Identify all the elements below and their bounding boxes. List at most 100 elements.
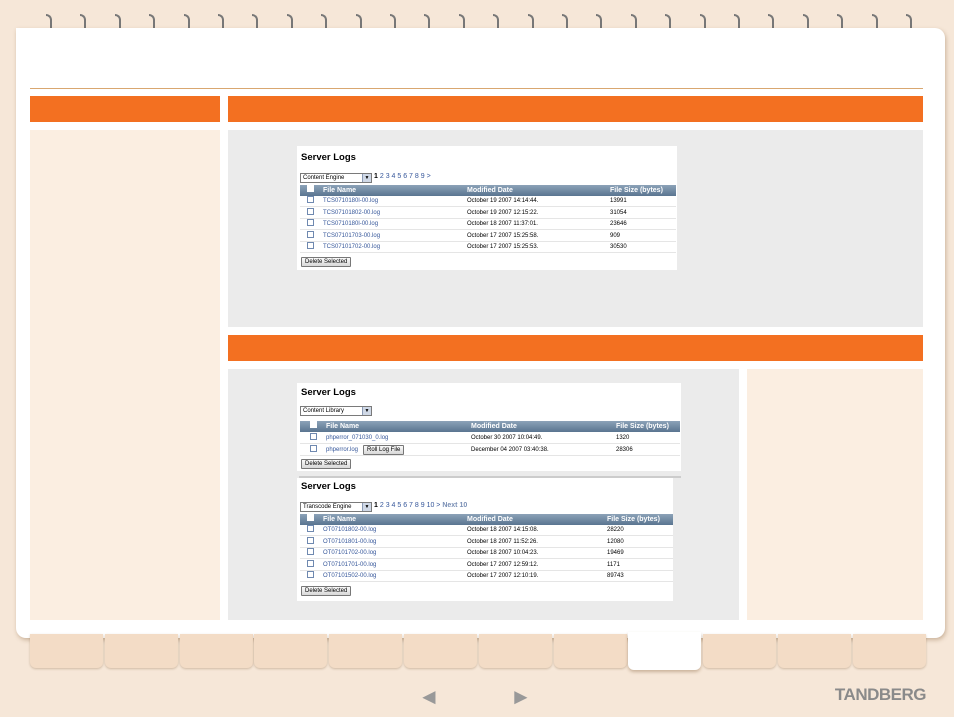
file-link[interactable]: TCS0710180l-00.log <box>323 196 378 207</box>
chapter-tab[interactable] <box>329 634 403 668</box>
table-header: File Name Modified Date File Size (bytes… <box>300 185 676 196</box>
modified-date: October 17 2007 15:25:58. <box>467 232 539 239</box>
file-size: 13991 <box>610 198 627 204</box>
page-current: 1 <box>374 502 378 509</box>
table-row: TCS07101802-00.log October 19 2007 12:15:… <box>300 207 676 219</box>
row-checkbox[interactable] <box>307 196 314 203</box>
file-size: 28220 <box>607 527 624 533</box>
chapter-tab[interactable] <box>179 634 253 668</box>
row-checkbox[interactable] <box>307 536 314 544</box>
table-row: TCS0710180l-00.log October 19 2007 14:14:… <box>300 196 676 207</box>
chapter-tab[interactable] <box>104 634 178 668</box>
file-link[interactable]: OT07101701-00.log <box>323 560 376 571</box>
chapter-tab[interactable] <box>778 634 851 668</box>
header-rule <box>30 88 923 89</box>
col-file-name[interactable]: File Name <box>323 185 356 196</box>
row-checkbox[interactable] <box>307 525 314 532</box>
select-all-checkbox[interactable] <box>307 185 314 192</box>
sidebar-panel <box>30 130 220 620</box>
chevron-down-icon: ▼ <box>362 503 371 511</box>
chapter-tab[interactable] <box>553 634 627 668</box>
file-size: 909 <box>610 232 621 239</box>
file-link[interactable]: TCS07101802-00.log <box>323 208 380 219</box>
file-link[interactable]: OT07101802-00.log <box>323 525 376 536</box>
file-link[interactable]: OT07101801-00.log <box>323 537 376 548</box>
file-size: 23646 <box>610 221 627 227</box>
modified-date: October 19 2007 14:14:44. <box>467 198 539 204</box>
modified-date: December 04 2007 03:40:38. <box>471 447 549 453</box>
row-checkbox[interactable] <box>307 219 314 226</box>
transcode-select[interactable]: Transcode Engine ▼ <box>300 502 372 512</box>
server-logs-content-engine: Server Logs Content Engine ▼ 1 2 3 4 5 6… <box>297 146 677 270</box>
file-link[interactable]: phperror.log <box>326 445 358 456</box>
page-links[interactable]: 2 3 4 5 6 7 8 9 > <box>380 173 431 180</box>
chapter-tab[interactable] <box>628 632 702 670</box>
row-checkbox[interactable] <box>307 548 314 555</box>
file-link[interactable]: OT07101502-00.log <box>323 571 376 582</box>
file-size: 28306 <box>616 447 633 453</box>
pagination[interactable]: 1 2 3 4 5 6 7 8 9 10 > Next 10 <box>374 502 467 509</box>
delete-selected-button[interactable]: Delete Selected <box>301 459 352 469</box>
row-checkbox[interactable] <box>310 445 317 452</box>
file-size: 89743 <box>607 573 624 579</box>
delete-selected-button[interactable]: Delete Selected <box>301 586 352 596</box>
row-checkbox[interactable] <box>310 433 317 440</box>
modified-date: October 19 2007 12:15:22. <box>467 209 539 216</box>
modified-date: October 18 2007 14:15:08. <box>467 527 539 533</box>
col-modified-date[interactable]: Modified Date <box>471 421 517 432</box>
modified-date: October 18 2007 11:37:01. <box>467 221 538 227</box>
table-row: OT07101502-00.log October 17 2007 12:10:1… <box>300 571 673 582</box>
col-file-name[interactable]: File Name <box>326 421 359 432</box>
chapter-tab[interactable] <box>478 634 552 668</box>
select-all-checkbox[interactable] <box>307 514 314 521</box>
chapter-tab[interactable] <box>852 634 926 668</box>
next-10-link[interactable]: Next 10 <box>442 502 467 509</box>
col-file-size[interactable]: File Size (bytes) <box>616 421 669 432</box>
chapter-tab[interactable] <box>30 634 103 668</box>
file-link[interactable]: TCS07101702-00.log <box>323 242 380 253</box>
row-checkbox[interactable] <box>307 230 314 238</box>
table-row: phperror_071030_0.log October 30 2007 10… <box>300 433 680 444</box>
modified-date: October 18 2007 11:52:26. <box>467 538 538 545</box>
library-select-value: Content Library <box>303 408 345 414</box>
table-row: TCS0710180l-00.log October 18 2007 11:37:… <box>300 219 676 230</box>
roll-log-file-button[interactable]: Roll Log File <box>363 445 405 455</box>
col-modified-date[interactable]: Modified Date <box>467 514 513 525</box>
library-select[interactable]: Content Library ▼ <box>300 406 372 416</box>
prev-page-arrow[interactable]: ◄ <box>418 686 440 708</box>
col-file-name[interactable]: File Name <box>323 514 356 525</box>
next-page-arrow[interactable]: ► <box>510 686 532 708</box>
modified-date: October 17 2007 12:59:12. <box>467 561 539 568</box>
row-checkbox[interactable] <box>307 571 314 578</box>
file-link[interactable]: TCS0710180l-00.log <box>323 219 378 230</box>
engine-select[interactable]: Content Engine ▼ <box>300 173 372 183</box>
table-row: OT07101702-00.log October 18 2007 10:04:2… <box>300 548 673 559</box>
chapter-tab[interactable] <box>404 634 477 668</box>
tandberg-logo: TANDBERG <box>834 685 927 704</box>
table-row: OT07101802-00.log October 18 2007 14:15:0… <box>300 525 673 536</box>
select-all-checkbox[interactable] <box>310 421 317 428</box>
col-modified-date[interactable]: Modified Date <box>467 185 513 196</box>
file-link[interactable]: TCS07101703-00.log <box>323 231 380 242</box>
row-checkbox[interactable] <box>307 207 314 215</box>
file-link[interactable]: phperror_071030_0.log <box>326 433 388 444</box>
row-checkbox[interactable] <box>307 242 314 249</box>
file-size: 30530 <box>610 244 627 250</box>
table-header: File Name Modified Date File Size (bytes… <box>300 421 680 432</box>
section-header-bar-1 <box>228 96 923 122</box>
pagination[interactable]: 1 2 3 4 5 6 7 8 9 > <box>374 173 431 180</box>
transcode-select-value: Transcode Engine <box>303 504 352 510</box>
file-size: 31054 <box>610 209 627 216</box>
modified-date: October 17 2007 12:10:19. <box>467 573 539 579</box>
file-size: 1320 <box>616 435 630 441</box>
chapter-tab[interactable] <box>254 634 328 668</box>
row-checkbox[interactable] <box>307 559 314 567</box>
chapter-tab[interactable] <box>703 634 777 668</box>
file-link[interactable]: OT07101702-00.log <box>323 548 376 559</box>
page-links[interactable]: 2 3 4 5 6 7 8 9 10 > <box>380 502 441 509</box>
col-file-size[interactable]: File Size (bytes) <box>607 514 660 525</box>
server-logs-content-library: Server Logs Content Library ▼ File Name … <box>297 383 681 471</box>
note-panel <box>747 369 923 620</box>
col-file-size[interactable]: File Size (bytes) <box>610 185 663 196</box>
delete-selected-button[interactable]: Delete Selected <box>301 257 352 267</box>
